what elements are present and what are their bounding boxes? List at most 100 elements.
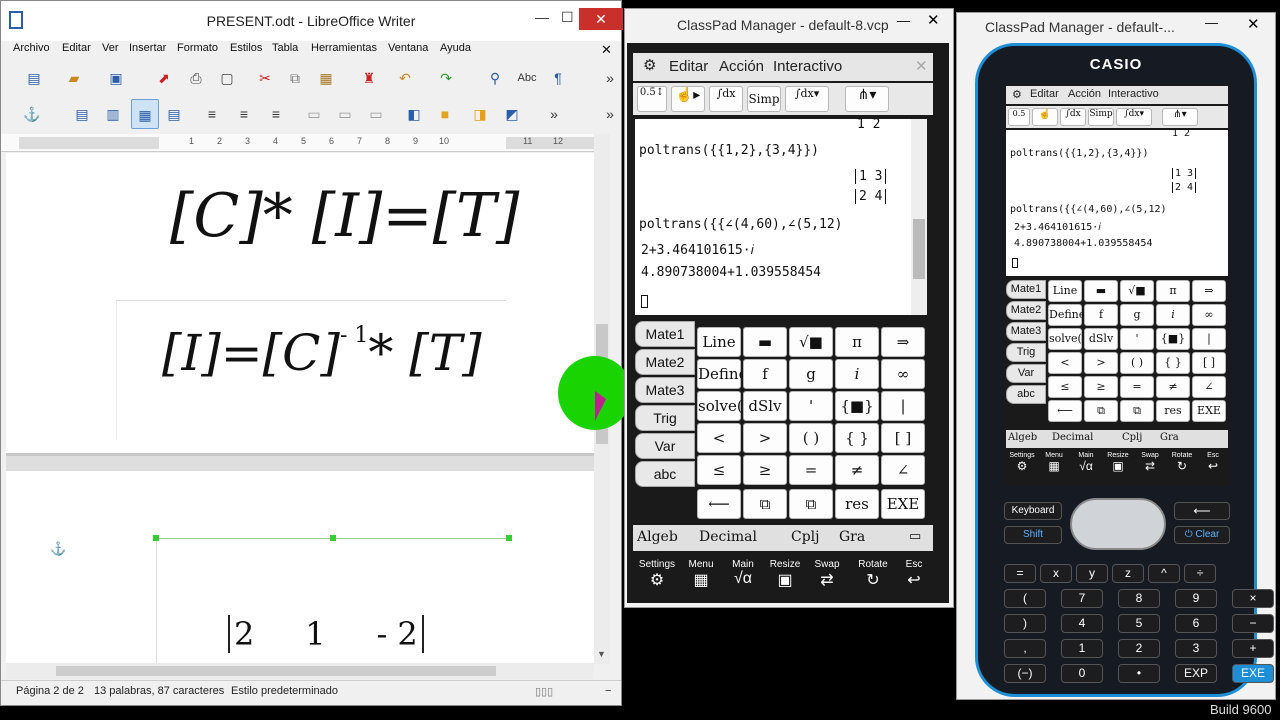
zoom-out-icon[interactable]: −	[605, 685, 611, 697]
formatting-marks-icon[interactable]: ¶	[547, 67, 569, 89]
scroll-thumb-horizontal[interactable]	[56, 666, 496, 676]
close-menu-icon[interactable]: ✕	[915, 57, 928, 75]
hw-key-r3c0[interactable]: ,	[1004, 639, 1046, 658]
equation-1[interactable]: [C]* [I]=[T]	[170, 181, 519, 251]
view-layout-icon[interactable]: ▯▯▯	[535, 685, 553, 698]
settings-icon[interactable]: Settings ⚙	[1006, 452, 1038, 473]
key-r3c4[interactable]: [ ]	[1192, 352, 1226, 374]
hw-key-r4c3[interactable]: EXP	[1175, 664, 1217, 683]
menu-insertar[interactable]: Insertar	[129, 42, 166, 54]
menu-ventana[interactable]: Ventana	[388, 42, 428, 54]
key-r0c2[interactable]: √■	[1120, 280, 1154, 302]
key-r1c0[interactable]: Define	[697, 359, 747, 389]
key-r0c3[interactable]: π	[835, 327, 879, 357]
align-middle-icon[interactable]: ▭	[334, 103, 356, 125]
settings-icon[interactable]: Settings ⚙	[635, 559, 679, 590]
shift-key[interactable]: Shift	[1004, 526, 1062, 544]
key-r1c3[interactable]: 𝑖	[1156, 304, 1190, 326]
menu-icon[interactable]: Menu ▦	[681, 559, 721, 590]
tab-mate3[interactable]: Mate3	[1006, 322, 1046, 341]
main-icon[interactable]: Main √α	[1070, 452, 1102, 473]
wrap-page-icon[interactable]: ▥	[102, 103, 124, 125]
back-one-icon[interactable]: ◩	[501, 103, 523, 125]
rotate-icon[interactable]: Rotate ↻	[851, 559, 895, 590]
undo-icon[interactable]: ↶	[394, 67, 416, 89]
hw-key-r2c2[interactable]: 5	[1118, 614, 1160, 633]
fraction-toggle-icon[interactable]: 0.5	[1008, 108, 1030, 126]
hw-key-r4c4[interactable]: EXE	[1232, 664, 1274, 683]
key-r4c1[interactable]: ≥	[743, 455, 787, 485]
integral-dropdown-icon[interactable]: ∫dx▾	[785, 86, 829, 112]
hw-key-r3c4[interactable]: +	[1232, 639, 1274, 658]
anchor-icon[interactable]: ⚓	[21, 103, 43, 125]
menu-editar[interactable]: Editar	[62, 42, 91, 54]
key-r3c2[interactable]: ( )	[789, 423, 833, 453]
dpad[interactable]	[1070, 498, 1166, 550]
key-r2c0[interactable]: solve(	[1048, 328, 1082, 350]
key-r3c4[interactable]: [ ]	[881, 423, 925, 453]
key-r4c3[interactable]: ≠	[835, 455, 879, 485]
key-r2c2[interactable]: '	[789, 391, 833, 421]
align-right-icon[interactable]: ≡	[265, 103, 287, 125]
key-r2c0[interactable]: solve(	[697, 391, 743, 421]
hw-key-r1c0[interactable]: (	[1004, 589, 1046, 608]
tab-abc[interactable]: abc	[1006, 385, 1046, 404]
scroll-down-icon[interactable]: ▼	[597, 649, 606, 659]
hw-key-r0c5[interactable]: ÷	[1184, 564, 1216, 583]
hw-key-r1c2[interactable]: 8	[1118, 589, 1160, 608]
toolbar-overflow-icon-3[interactable]: »	[599, 103, 621, 125]
horizontal-ruler[interactable]: 1 2 3 4 5 6 7 8 9 10 11 12	[1, 134, 609, 152]
hw-key-r4c2[interactable]: •	[1118, 664, 1160, 683]
close-button[interactable]: ✕	[579, 8, 623, 30]
key-r0c3[interactable]: π	[1156, 280, 1190, 302]
equation-2[interactable]: [I]=[C]- 1* [T]	[162, 323, 482, 382]
tab-mate2[interactable]: Mate2	[1006, 301, 1046, 320]
key-r3c1[interactable]: >	[1084, 352, 1118, 374]
display-scrollbar[interactable]	[911, 119, 927, 315]
resize-icon[interactable]: Resize ▣	[1102, 452, 1134, 473]
menu-accion[interactable]: Acción	[1068, 88, 1101, 100]
key-r1c2[interactable]: g	[789, 359, 833, 389]
tab-var[interactable]: Var	[1006, 364, 1046, 383]
key-r3c2[interactable]: ( )	[1120, 352, 1154, 374]
key-r4c0[interactable]: ≤	[1048, 376, 1082, 398]
paste-icon[interactable]: ▦	[315, 67, 337, 89]
align-bottom-icon[interactable]: ▭	[365, 103, 387, 125]
key-r4c4[interactable]: ∠	[881, 455, 925, 485]
open-folder-icon[interactable]: ▰	[63, 67, 85, 89]
hw-key-r2c0[interactable]: )	[1004, 614, 1046, 633]
key-r2c3[interactable]: {■}	[835, 391, 879, 421]
classpad-display[interactable]: 1 2 poltrans({{1,2},{3,4}}) 1 3 2 4 polt…	[1006, 128, 1228, 276]
key-r0c2[interactable]: √■	[789, 327, 833, 357]
settings-gear-icon[interactable]: ⚙	[1012, 88, 1022, 101]
key-r4c4[interactable]: ∠	[1192, 376, 1226, 398]
tab-trig[interactable]: Trig	[1006, 343, 1046, 362]
key-r5c2[interactable]: ⧉	[1120, 400, 1154, 422]
close-button[interactable]: ✕	[927, 11, 940, 29]
frame-handle[interactable]	[506, 535, 512, 541]
integral-icon[interactable]: ∫dx	[1060, 108, 1086, 126]
tab-mate2[interactable]: Mate2	[635, 349, 695, 375]
hw-key-r3c3[interactable]: 3	[1175, 639, 1217, 658]
key-r4c2[interactable]: =	[789, 455, 833, 485]
clone-formatting-icon[interactable]: ♜	[358, 67, 380, 89]
key-r4c0[interactable]: ≤	[697, 455, 741, 485]
matrix-row[interactable]: 2 1 - 2	[228, 615, 424, 653]
menu-editar[interactable]: Editar	[669, 58, 708, 75]
esc-icon[interactable]: Esc ↩	[1198, 452, 1228, 473]
drag-icon[interactable]: ☝▸	[671, 86, 705, 112]
key-r0c0[interactable]: Line	[1048, 280, 1082, 302]
key-r1c0[interactable]: Define	[1048, 304, 1085, 326]
main-icon[interactable]: Main √α	[723, 559, 763, 588]
backspace-key[interactable]: ⟵	[1174, 502, 1230, 520]
hw-key-r1c4[interactable]: ×	[1232, 589, 1274, 608]
key-r5c0[interactable]: ⟵	[1048, 400, 1082, 422]
key-r0c0[interactable]: Line	[697, 327, 741, 357]
menu-formato[interactable]: Formato	[177, 42, 218, 54]
display-scroll-thumb[interactable]	[913, 219, 925, 279]
page-style[interactable]: Estilo predeterminado	[231, 685, 338, 697]
simp-button[interactable]: Simp	[747, 86, 781, 112]
simp-button[interactable]: Simp	[1088, 108, 1114, 126]
graph-icon[interactable]: ⋔▾	[845, 86, 889, 112]
tab-var[interactable]: Var	[635, 433, 695, 459]
